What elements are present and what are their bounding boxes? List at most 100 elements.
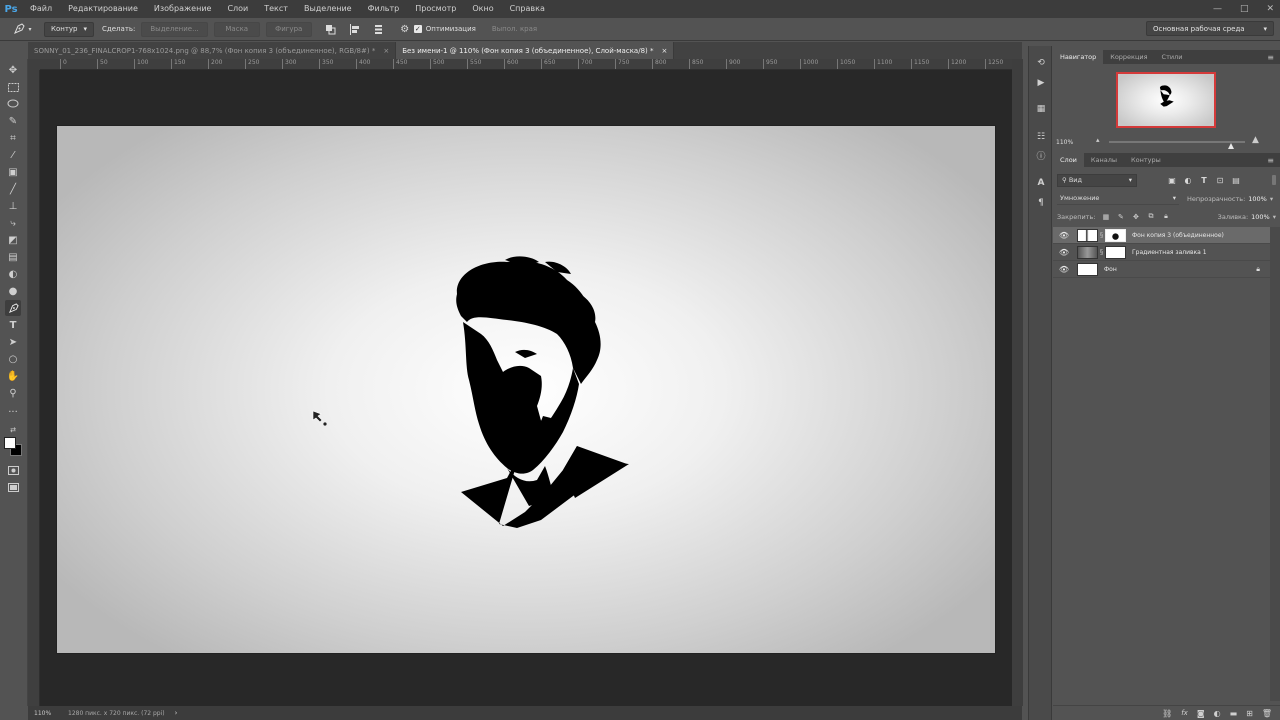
history-icon[interactable]: ⟲ bbox=[1033, 56, 1049, 70]
layer-row[interactable]: 👁︎ Фон 🔒︎ bbox=[1053, 261, 1270, 278]
menu-image[interactable]: Изображение bbox=[146, 0, 220, 18]
link-chain-icon[interactable]: § bbox=[1098, 231, 1105, 239]
filter-toggle[interactable] bbox=[1272, 175, 1276, 185]
opacity-control[interactable]: Непрозрачность: 100% ▾ bbox=[1187, 195, 1273, 203]
menu-filter[interactable]: Фильтр bbox=[360, 0, 408, 18]
tab-close-icon[interactable]: × bbox=[662, 47, 668, 55]
new-layer-icon[interactable]: ⊞ bbox=[1246, 709, 1253, 718]
app-logo[interactable]: Ps bbox=[0, 0, 22, 18]
lock-image-icon[interactable]: ✎ bbox=[1116, 212, 1125, 221]
hand-tool-icon[interactable]: ✋ bbox=[5, 368, 21, 384]
zoom-slider-handle[interactable] bbox=[1228, 143, 1234, 149]
blur-tool-icon[interactable]: ◐ bbox=[5, 266, 21, 282]
tab-navigator[interactable]: Навигатор bbox=[1053, 50, 1104, 64]
swap-colors-icon[interactable]: ⇄ bbox=[5, 422, 21, 438]
menu-file[interactable]: Файл bbox=[22, 0, 60, 18]
tab-styles[interactable]: Стили bbox=[1155, 50, 1190, 64]
gradient-tool-icon[interactable]: ▤ bbox=[5, 249, 21, 265]
panel-menu-icon[interactable]: ≡ bbox=[1267, 50, 1280, 64]
character-icon[interactable]: A bbox=[1033, 176, 1049, 190]
swatches-icon[interactable]: ▦ bbox=[1033, 102, 1049, 116]
properties-icon[interactable]: ☷ bbox=[1033, 130, 1049, 144]
pen-tool-icon[interactable] bbox=[5, 300, 21, 316]
menu-layers[interactable]: Слои bbox=[219, 0, 256, 18]
align-edges-option[interactable]: Выпол. края bbox=[492, 22, 537, 37]
tab-sonny-document[interactable]: SONNY_01_236_FINALCROP1-768x1024.png @ 8… bbox=[28, 42, 397, 59]
menu-window[interactable]: Окно bbox=[464, 0, 501, 18]
path-operations-button[interactable] bbox=[324, 22, 338, 37]
filter-pixel-icon[interactable]: ▣ bbox=[1167, 175, 1177, 185]
status-menu-arrow[interactable]: › bbox=[175, 709, 178, 717]
filter-adjustment-icon[interactable]: ◐ bbox=[1183, 175, 1193, 185]
lock-artboard-icon[interactable]: ⧉ bbox=[1146, 212, 1155, 221]
more-tools-icon[interactable]: ··· bbox=[5, 404, 21, 420]
path-selection-tool-icon[interactable]: ➤ bbox=[5, 334, 21, 350]
canvas-scrollbar[interactable] bbox=[1012, 59, 1023, 706]
lock-all-icon[interactable]: 🔒︎ bbox=[1161, 212, 1170, 221]
clone-stamp-tool-icon[interactable]: ⊥ bbox=[5, 198, 21, 214]
layer-name[interactable]: Фон bbox=[1104, 266, 1117, 273]
opacity-value[interactable]: 100% bbox=[1248, 195, 1267, 203]
tab-untitled-document[interactable]: Без имени-1 @ 110% (Фон копия 3 (объедин… bbox=[396, 42, 675, 59]
tab-layers[interactable]: Слои bbox=[1053, 153, 1084, 167]
blend-mode-select[interactable]: Умножение ▾ bbox=[1057, 193, 1179, 205]
brush-tool-icon[interactable]: ╱ bbox=[5, 181, 21, 197]
screen-mode-icon[interactable] bbox=[5, 479, 21, 495]
path-arrangement-button[interactable] bbox=[372, 22, 386, 37]
path-alignment-button[interactable] bbox=[348, 22, 362, 37]
ellipse-tool-icon[interactable]: ○ bbox=[5, 351, 21, 367]
link-chain-icon[interactable]: § bbox=[1098, 248, 1105, 256]
optimize-checkbox[interactable]: ✓ Оптимизация bbox=[413, 22, 476, 37]
vertical-ruler[interactable] bbox=[28, 70, 40, 706]
marquee-tool-icon[interactable] bbox=[5, 79, 21, 95]
menu-select[interactable]: Выделение bbox=[296, 0, 360, 18]
minimize-button[interactable]: — bbox=[1213, 4, 1222, 14]
tab-adjustments[interactable]: Коррекция bbox=[1103, 50, 1154, 64]
zoom-in-icon[interactable]: ▲ bbox=[1252, 135, 1259, 145]
layer-mask-thumbnail[interactable] bbox=[1105, 245, 1126, 259]
new-group-folder-icon[interactable]: ▬ bbox=[1230, 709, 1238, 718]
quick-selection-tool-icon[interactable]: ✎ bbox=[5, 113, 21, 129]
horizontal-ruler[interactable]: 0 50 100 150 200 250 300 350 400 450 500… bbox=[40, 59, 1012, 70]
fill-control[interactable]: Заливка: 100% ▾ bbox=[1218, 213, 1276, 221]
status-zoom[interactable]: 110% bbox=[28, 710, 64, 717]
navigator-preview[interactable] bbox=[1116, 72, 1216, 128]
quick-mask-icon[interactable] bbox=[5, 462, 21, 478]
filter-type-icon[interactable]: T bbox=[1199, 175, 1209, 185]
menu-type[interactable]: Текст bbox=[256, 0, 296, 18]
tab-close-icon[interactable]: × bbox=[383, 47, 389, 55]
ruler-origin[interactable] bbox=[28, 59, 40, 70]
make-shape-button[interactable]: Фигура bbox=[265, 21, 312, 37]
eraser-tool-icon[interactable]: ◩ bbox=[5, 232, 21, 248]
trash-icon[interactable]: 🗑︎ bbox=[1262, 709, 1272, 718]
make-selection-button[interactable]: Выделение... bbox=[141, 21, 208, 37]
move-tool-icon[interactable]: ✥ bbox=[5, 62, 21, 78]
filter-shape-icon[interactable]: ⊡ bbox=[1215, 175, 1225, 185]
layer-style-fx-icon[interactable]: fx bbox=[1181, 709, 1188, 717]
crop-tool-icon[interactable]: ⌗ bbox=[5, 130, 21, 146]
fill-value[interactable]: 100% bbox=[1251, 213, 1270, 221]
foreground-color-swatch[interactable] bbox=[4, 437, 16, 449]
tab-paths[interactable]: Контуры bbox=[1124, 153, 1168, 167]
navigator-zoom-value[interactable]: 110% bbox=[1053, 139, 1093, 146]
zoom-out-icon[interactable]: ▴ bbox=[1096, 136, 1100, 144]
navigator-zoom-slider[interactable] bbox=[1109, 141, 1245, 149]
eyedropper-tool-icon[interactable]: ⁄ bbox=[5, 147, 21, 163]
dodge-tool-icon[interactable]: ● bbox=[5, 283, 21, 299]
lock-transparent-icon[interactable]: ▦ bbox=[1101, 212, 1110, 221]
add-mask-icon[interactable]: ◙ bbox=[1197, 709, 1205, 718]
healing-brush-tool-icon[interactable]: ▣ bbox=[5, 164, 21, 180]
layer-filter-select[interactable]: ⚲ Вид ▾ bbox=[1057, 173, 1137, 187]
lasso-tool-icon[interactable] bbox=[5, 96, 21, 112]
layer-mask-thumbnail[interactable] bbox=[1105, 228, 1126, 242]
link-layers-icon[interactable]: ⛓︎ bbox=[1162, 709, 1172, 718]
layer-row[interactable]: 👁︎ § Градиентная заливка 1 bbox=[1053, 244, 1270, 261]
visibility-eye-icon[interactable]: 👁︎ bbox=[1057, 265, 1071, 274]
visibility-eye-icon[interactable]: 👁︎ bbox=[1057, 248, 1071, 257]
type-tool-icon[interactable]: T bbox=[5, 317, 21, 333]
menu-help[interactable]: Справка bbox=[502, 0, 553, 18]
panel-menu-icon[interactable]: ≡ bbox=[1267, 153, 1280, 167]
close-button[interactable]: ✕ bbox=[1266, 4, 1274, 14]
adjustment-layer-icon[interactable]: ◐ bbox=[1214, 709, 1221, 718]
history-brush-tool-icon[interactable]: ⤷ bbox=[5, 215, 21, 231]
